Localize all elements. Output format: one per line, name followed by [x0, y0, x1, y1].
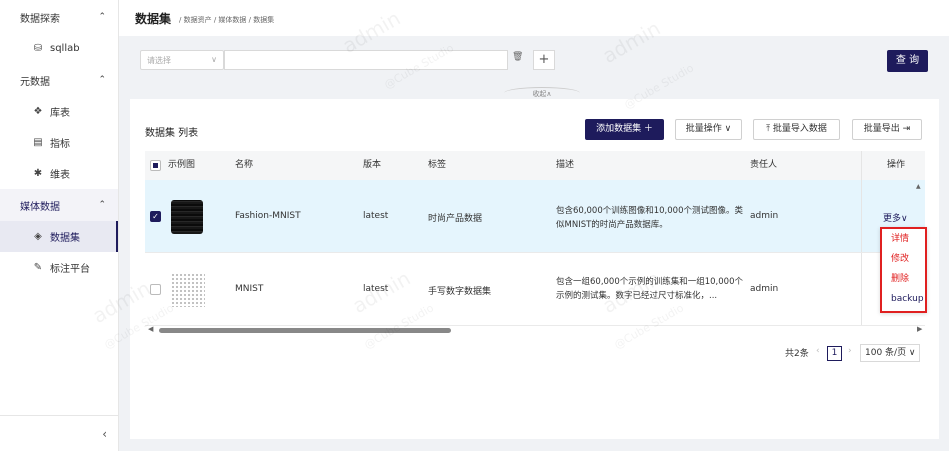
- sidebar-item-metrics[interactable]: ▤ 指标: [0, 127, 118, 158]
- cube-icon: ❖: [33, 106, 43, 117]
- sidebar-item-label: 库表: [50, 108, 70, 119]
- query-button[interactable]: 查 询: [887, 50, 928, 72]
- batch-import-button[interactable]: ⤒ 批量导入数据: [753, 119, 840, 140]
- add-filter-button[interactable]: +: [533, 50, 555, 70]
- list-card: 数据集 列表 添加数据集 ＋ 批量操作 ∨ ⤒ 批量导入数据 批量导出 ⇥ 示例…: [130, 99, 939, 439]
- sidebar-group-media[interactable]: 媒体数据 ⌃: [0, 189, 118, 221]
- sidebar-item-label: 数据集: [50, 233, 80, 244]
- chevron-up-icon: ⌃: [98, 200, 106, 210]
- select-all-checkbox[interactable]: [150, 160, 161, 171]
- upload-icon: ⤒: [766, 124, 773, 134]
- cell-version: latest: [363, 284, 389, 294]
- sidebar-group-label: 元数据: [20, 76, 50, 88]
- sidebar-item-datasets[interactable]: ◈ 数据集: [0, 221, 118, 252]
- column-header-actions: 操作: [887, 160, 906, 170]
- sidebar-item-dimensions[interactable]: ✱ 维表: [0, 158, 118, 189]
- filter-value-input[interactable]: [224, 50, 508, 70]
- menu-item-backup[interactable]: backup: [882, 289, 925, 309]
- next-page-icon[interactable]: ›: [848, 346, 852, 356]
- sidebar-item-sqllab[interactable]: ⛁ sqllab: [0, 33, 118, 64]
- sidebar-collapse-button[interactable]: ‹: [0, 415, 119, 451]
- row-checkbox[interactable]: ✓: [150, 211, 161, 222]
- menu-item-edit[interactable]: 修改: [882, 249, 925, 269]
- cell-name: Fashion-MNIST: [235, 211, 301, 221]
- chevron-up-icon: ⌃: [98, 75, 106, 85]
- row-checkbox[interactable]: [150, 284, 161, 295]
- layers-icon: ◈: [34, 231, 42, 242]
- chevron-up-icon: ⌃: [98, 12, 106, 22]
- sidebar-item-tables[interactable]: ❖ 库表: [0, 96, 118, 127]
- column-header-description: 描述: [556, 160, 575, 170]
- batch-export-label: 批量导出: [863, 124, 900, 134]
- sidebar-group-label: 数据探索: [20, 13, 60, 25]
- scroll-left-icon[interactable]: ◀: [148, 325, 153, 333]
- column-header-version: 版本: [363, 160, 382, 170]
- breadcrumb: / 数据资产 / 媒体数据 / 数据集: [179, 15, 275, 24]
- cell-owner: admin: [750, 284, 779, 294]
- box-icon: ✱: [33, 168, 43, 179]
- column-header-thumbnail: 示例图: [168, 160, 196, 170]
- scrollbar-thumb[interactable]: [159, 328, 451, 333]
- cell-owner: admin: [750, 211, 779, 221]
- filter-field-select[interactable]: 请选择 ∨: [140, 50, 224, 70]
- menu-item-details[interactable]: 详情: [882, 229, 925, 249]
- list-title: 数据集 列表: [145, 128, 199, 139]
- prev-page-icon[interactable]: ‹: [816, 346, 820, 356]
- add-dataset-button[interactable]: 添加数据集 ＋: [585, 119, 664, 140]
- collapse-filter-toggle[interactable]: 收起∧: [504, 87, 580, 99]
- filter-bar: 请选择 ∨ 🗑 + 查 询 收起∧: [130, 36, 939, 99]
- batch-import-label: 批量导入数据: [772, 124, 827, 134]
- cell-version: latest: [363, 211, 389, 221]
- select-placeholder: 请选择: [147, 56, 171, 65]
- export-icon: ⇥: [899, 124, 911, 134]
- sidebar-item-label: 标注平台: [50, 264, 90, 275]
- cell-tag: 手写数字数据集: [428, 287, 492, 297]
- page-header: 数据集 / 数据资产 / 媒体数据 / 数据集: [119, 0, 949, 36]
- dataset-thumbnail: [171, 273, 205, 307]
- sidebar-group-metadata[interactable]: 元数据 ⌃: [0, 64, 118, 96]
- column-header-owner: 责任人: [750, 160, 778, 170]
- column-header-tag: 标签: [428, 160, 447, 170]
- table-row[interactable]: ✓ Fashion-MNIST latest 时尚产品数据 包含60,000个训…: [145, 180, 925, 253]
- cell-name: MNIST: [235, 284, 264, 294]
- more-actions-button[interactable]: 更多∨: [883, 211, 908, 224]
- sidebar-item-label: sqllab: [50, 43, 80, 54]
- cell-tag: 时尚产品数据: [428, 214, 483, 224]
- scroll-up-icon[interactable]: ▲: [916, 183, 921, 190]
- page-title: 数据集: [135, 11, 172, 26]
- table-row[interactable]: MNIST latest 手写数字数据集 包含一组60,000个示例的训练集和一…: [145, 253, 925, 326]
- scroll-right-icon[interactable]: ▶: [917, 325, 922, 333]
- pagination-total: 共2条: [785, 349, 809, 359]
- sidebar-item-annotation[interactable]: ✎ 标注平台: [0, 252, 118, 283]
- page-number-current[interactable]: 1: [827, 346, 842, 361]
- chart-icon: ▤: [33, 137, 43, 148]
- batch-export-button[interactable]: 批量导出 ⇥: [852, 119, 922, 140]
- more-actions-dropdown: 详情 修改 删除 backup: [880, 227, 927, 313]
- table-header: 示例图 名称 版本 标签 描述 责任人 操作: [145, 151, 925, 180]
- column-divider: [861, 151, 862, 180]
- chevron-left-icon: ‹: [102, 426, 107, 441]
- edit-icon: ✎: [33, 262, 43, 273]
- page-size-select[interactable]: 100 条/页 ∨: [860, 344, 920, 362]
- dataset-thumbnail: [171, 200, 203, 234]
- database-icon: ⛁: [33, 43, 43, 54]
- sidebar: 数据探索 ⌃ ⛁ sqllab 元数据 ⌃ ❖ 库表 ▤ 指标 ✱ 维表 媒体数…: [0, 0, 119, 451]
- cell-description: 包含60,000个训练图像和10,000个测试图像。类似MNIST的时尚产品数据…: [556, 206, 743, 230]
- sidebar-group-label: 媒体数据: [20, 201, 60, 213]
- column-header-name: 名称: [235, 160, 254, 170]
- chevron-down-icon: ∨: [211, 55, 217, 64]
- horizontal-scrollbar[interactable]: ◀ ▶: [145, 325, 925, 336]
- menu-item-delete[interactable]: 删除: [882, 269, 925, 289]
- sidebar-item-label: 维表: [50, 170, 70, 181]
- batch-operations-button[interactable]: 批量操作 ∨: [675, 119, 742, 140]
- sidebar-group-data-explore[interactable]: 数据探索 ⌃: [0, 1, 118, 33]
- trash-icon[interactable]: 🗑: [512, 52, 523, 62]
- cell-description: 包含一组60,000个示例的训练集和一组10,000个示例的测试集。数字已经过尺…: [556, 277, 743, 301]
- sidebar-item-label: 指标: [50, 139, 70, 150]
